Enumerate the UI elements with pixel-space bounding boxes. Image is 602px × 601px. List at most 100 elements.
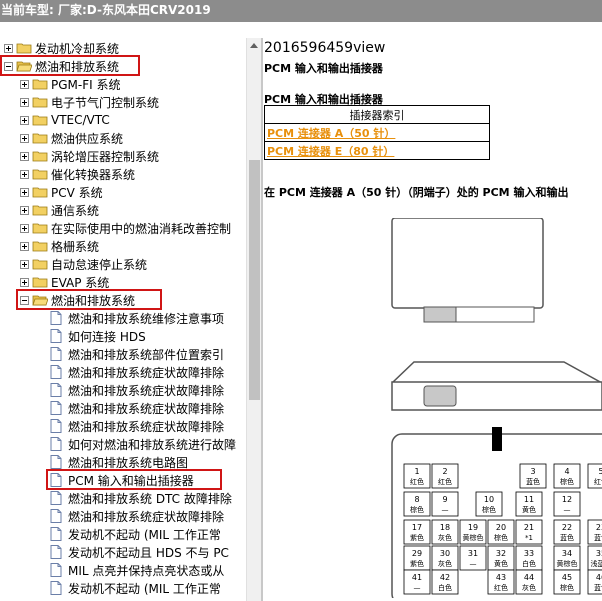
tree-scrollbar[interactable] bbox=[246, 38, 262, 601]
tree-item[interactable]: 燃油和排放系统症状故障排除 bbox=[50, 381, 224, 399]
tree-item[interactable]: 燃油和排放系统维修注意事项 bbox=[50, 309, 224, 327]
tree-item[interactable]: 燃油和排放系统症状故障排除 bbox=[50, 417, 224, 435]
pin-number: 4 bbox=[564, 467, 569, 476]
pin-wire-color: 黄色 bbox=[494, 559, 508, 568]
folder-icon bbox=[32, 169, 48, 180]
connector-diagram: 1红色2红色3蓝色4棕色5红色8棕色9—10棕色11黄色12—17紫色18灰色1… bbox=[391, 218, 602, 598]
pin-wire-color: 灰色 bbox=[438, 559, 452, 568]
pin-wire-color: 灰色 bbox=[522, 583, 536, 592]
expand-plus-icon[interactable] bbox=[20, 259, 29, 269]
pane-splitter[interactable] bbox=[261, 38, 263, 601]
pin-wire-color: 棕色 bbox=[494, 533, 508, 542]
folder-icon bbox=[32, 223, 48, 234]
pin-wire-color: 蓝色 bbox=[594, 533, 602, 542]
tree-item[interactable]: 燃油供应系统 bbox=[20, 129, 123, 147]
folder-icon bbox=[32, 259, 48, 270]
tree-item-label: 燃油供应系统 bbox=[51, 131, 124, 146]
scrollbar-thumb[interactable] bbox=[249, 160, 260, 400]
tree-item[interactable]: PCV 系统 bbox=[20, 183, 103, 201]
pin-number: 11 bbox=[524, 495, 534, 504]
tree-item[interactable]: 燃油和排放系统症状故障排除 bbox=[50, 399, 224, 417]
document-page-icon bbox=[50, 401, 62, 415]
tree-item-label: 发动机不起动 (MIL 工作正常 bbox=[68, 527, 221, 542]
tree-item[interactable]: 如何连接 HDS bbox=[50, 327, 146, 345]
tree-item[interactable]: 发动机不起动 (MIL 工作正常 bbox=[50, 525, 221, 543]
pin-wire-color: 浅蓝色 bbox=[591, 559, 602, 568]
collapse-minus-icon[interactable] bbox=[20, 295, 29, 305]
tree-item[interactable]: 燃油和排放系统部件位置索引 bbox=[50, 345, 224, 363]
tree-item[interactable]: 在实际使用中的燃油消耗改善控制 bbox=[20, 219, 231, 237]
expand-plus-icon[interactable] bbox=[20, 187, 29, 197]
pin-number: 31 bbox=[468, 549, 478, 558]
expand-plus-icon[interactable] bbox=[20, 133, 29, 143]
doc-id: 2016596459view bbox=[264, 40, 386, 56]
pin-wire-color: 红色 bbox=[494, 583, 508, 592]
tree-item-label: 燃油和排放系统部件位置索引 bbox=[68, 347, 225, 362]
pin-number: 20 bbox=[496, 523, 506, 532]
tree-item[interactable]: 自动怠速停止系统 bbox=[20, 255, 147, 273]
tree-item[interactable]: 发动机不起动且 HDS 不与 PC bbox=[50, 543, 229, 561]
expand-plus-icon[interactable] bbox=[20, 151, 29, 161]
tree-item[interactable]: 通信系统 bbox=[20, 201, 99, 219]
tree-item[interactable]: 燃油和排放系统电路图 bbox=[50, 453, 188, 471]
tree-item-label: 发动机不起动且 HDS 不与 PC bbox=[68, 545, 229, 560]
tree-item[interactable]: 涡轮增压器控制系统 bbox=[20, 147, 159, 165]
scroll-up-arrow-icon[interactable] bbox=[250, 43, 258, 48]
expand-plus-icon[interactable] bbox=[20, 241, 29, 251]
expand-plus-icon[interactable] bbox=[20, 169, 29, 179]
expand-plus-icon[interactable] bbox=[20, 205, 29, 215]
link-connector-a[interactable]: PCM 连接器 A（50 针） bbox=[267, 127, 395, 140]
expand-plus-icon[interactable] bbox=[20, 79, 29, 89]
pin-wire-color: — bbox=[442, 506, 449, 514]
expand-plus-icon[interactable] bbox=[20, 223, 29, 233]
collapse-minus-icon[interactable] bbox=[4, 61, 13, 71]
document-page-icon bbox=[50, 563, 62, 577]
title-bar: 当前车型: 厂家:D-东风本田CRV2019 bbox=[0, 0, 602, 22]
pin-number: 2 bbox=[442, 467, 447, 476]
tree-item[interactable]: 燃油和排放系统 bbox=[20, 291, 135, 309]
pin-wire-color: 棕色 bbox=[410, 505, 424, 514]
expand-plus-icon[interactable] bbox=[20, 115, 29, 125]
folder-icon bbox=[32, 115, 48, 126]
link-connector-e[interactable]: PCM 连接器 E（80 针） bbox=[267, 145, 394, 158]
tree-item[interactable]: 如何对燃油和排放系统进行故障 bbox=[50, 435, 236, 453]
folder-icon bbox=[32, 79, 48, 90]
tree-item-label: 自动怠速停止系统 bbox=[51, 257, 148, 272]
pin-number: 23 bbox=[596, 523, 602, 532]
tree-item[interactable]: 格栅系统 bbox=[20, 237, 99, 255]
tree-item[interactable]: PCM 输入和输出插接器 bbox=[50, 471, 194, 489]
pin-number: 34 bbox=[562, 549, 572, 558]
document-page-icon bbox=[50, 329, 62, 343]
folder-open-icon bbox=[16, 61, 32, 72]
pin-wire-color: 蓝色 bbox=[526, 477, 540, 486]
pin-wire-color: 黄棕色 bbox=[557, 559, 578, 568]
folder-open-icon bbox=[32, 295, 48, 306]
pin-number: 45 bbox=[562, 573, 572, 582]
tree-item[interactable]: 电子节气门控制系统 bbox=[20, 93, 159, 111]
expand-plus-icon[interactable] bbox=[20, 97, 29, 107]
tree-item[interactable]: 燃油和排放系统 bbox=[4, 57, 119, 75]
tree-item-label: 燃油和排放系统症状故障排除 bbox=[68, 419, 225, 434]
tree-item[interactable]: 燃油和排放系统症状故障排除 bbox=[50, 507, 224, 525]
tree-item-label: PCV 系统 bbox=[51, 185, 103, 200]
pin-number: 35 bbox=[596, 549, 602, 558]
navigation-tree[interactable]: 发动机冷却系统 燃油和排放系统 PGM-FI 系统 电子节气门控制系统 VTEC/VTC… bbox=[0, 38, 246, 601]
tree-item[interactable]: VTEC/VTC bbox=[20, 111, 110, 129]
tree-item[interactable]: 发动机冷却系统 bbox=[4, 39, 119, 57]
tree-item[interactable]: 催化转换器系统 bbox=[20, 165, 135, 183]
pin-wire-color: — bbox=[414, 584, 421, 592]
tree-item[interactable]: 燃油和排放系统 DTC 故障排除 bbox=[50, 489, 232, 507]
document-page-icon bbox=[50, 365, 62, 379]
tree-item[interactable]: 发动机不起动 (MIL 工作正常 bbox=[50, 579, 221, 597]
expand-plus-icon[interactable] bbox=[4, 43, 13, 53]
pin-number: 21 bbox=[524, 523, 534, 532]
tree-item-label: 如何连接 HDS bbox=[68, 329, 146, 344]
tree-item[interactable]: 燃油和排放系统症状故障排除 bbox=[50, 363, 224, 381]
connector-index-table: 插接器索引 PCM 连接器 A（50 针） PCM 连接器 E（80 针） bbox=[264, 105, 490, 160]
tree-item[interactable]: MIL 点亮并保持点亮状态或从 bbox=[50, 561, 224, 579]
document-page-icon bbox=[50, 491, 62, 505]
pin-number: 10 bbox=[484, 495, 494, 504]
tree-item[interactable]: PGM-FI 系统 bbox=[20, 75, 120, 93]
expand-plus-icon[interactable] bbox=[20, 277, 29, 287]
tree-item[interactable]: EVAP 系统 bbox=[20, 273, 109, 291]
